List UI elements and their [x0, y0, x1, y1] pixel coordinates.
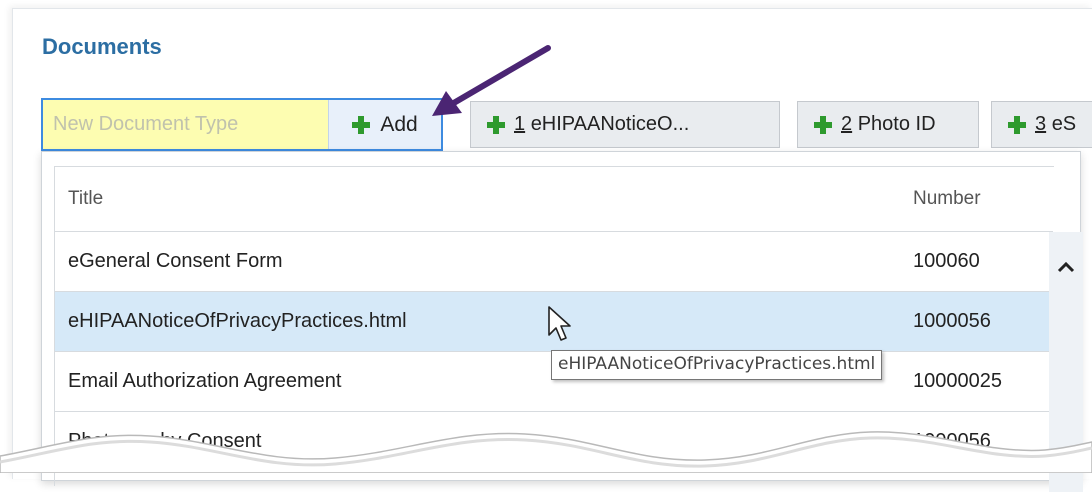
annotation-arrow-icon [432, 45, 551, 116]
mouse-pointer-icon [548, 306, 571, 341]
torn-edge-decoration [0, 431, 1092, 473]
